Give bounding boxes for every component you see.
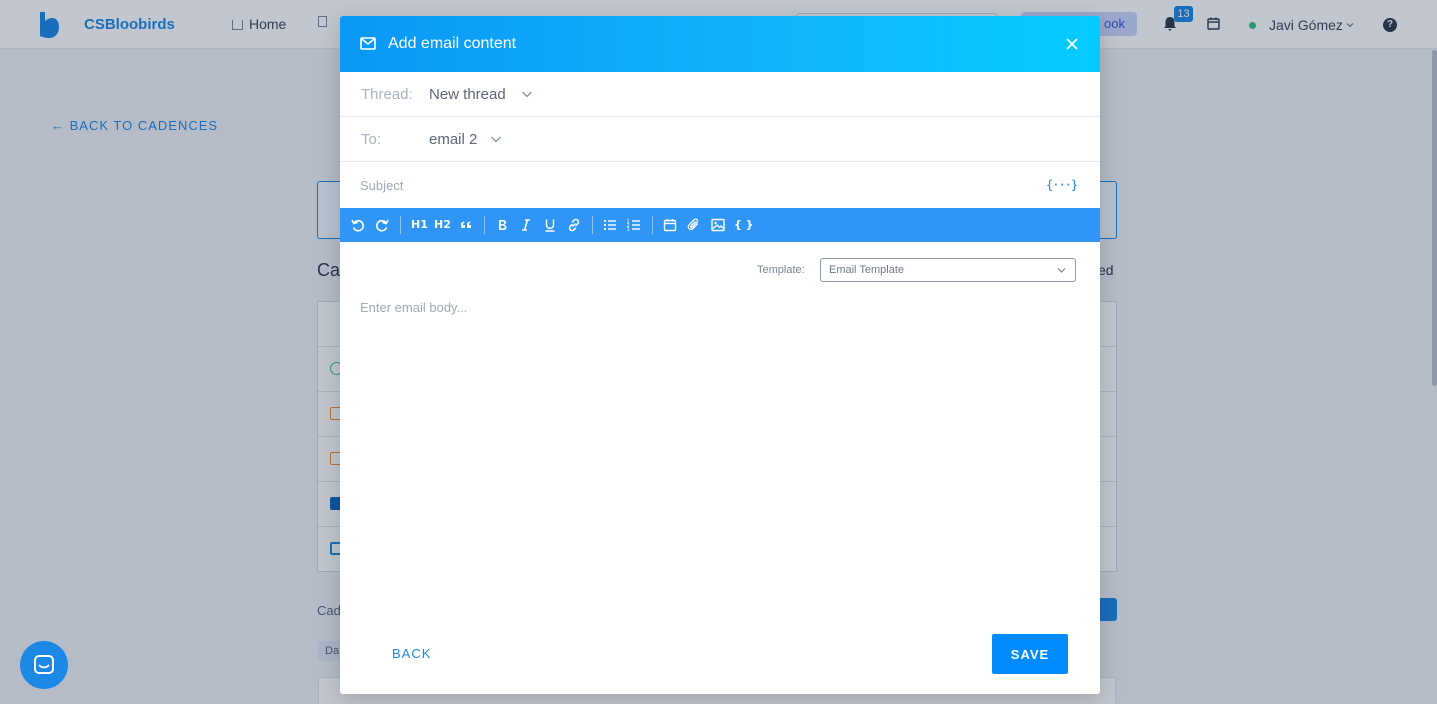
editor-toolbar: H1 H2 123 { } xyxy=(340,208,1100,242)
image-icon[interactable] xyxy=(710,217,726,233)
add-email-content-modal: Add email content Thread: New thread To:… xyxy=(340,16,1100,694)
mail-icon xyxy=(360,37,376,50)
italic-icon[interactable] xyxy=(518,217,534,233)
chat-icon xyxy=(34,655,54,674)
link-icon[interactable] xyxy=(566,217,582,233)
to-label: To: xyxy=(361,131,382,148)
calendar-icon[interactable] xyxy=(662,217,678,233)
back-button[interactable]: BACK xyxy=(392,646,431,661)
close-icon[interactable] xyxy=(1064,36,1080,52)
underline-icon[interactable] xyxy=(542,217,558,233)
numbered-list-icon[interactable]: 123 xyxy=(626,217,642,233)
thread-label: Thread: xyxy=(361,86,413,103)
template-select[interactable]: Email Template xyxy=(820,258,1076,282)
chat-launcher-button[interactable] xyxy=(20,641,68,689)
to-field[interactable]: To: email 2 xyxy=(340,117,1100,162)
modal-title: Add email content xyxy=(388,35,517,52)
heading2-icon[interactable]: H2 xyxy=(434,218,451,231)
insert-variable-button[interactable]: {···} xyxy=(1046,178,1078,192)
chevron-down-icon[interactable] xyxy=(521,89,533,99)
toolbar-divider xyxy=(592,216,593,234)
to-select-value[interactable]: email 2 xyxy=(429,131,477,148)
toolbar-divider xyxy=(484,216,485,234)
attachment-icon[interactable] xyxy=(686,217,702,233)
email-body-editor[interactable] xyxy=(360,300,1080,610)
svg-text:3: 3 xyxy=(627,227,630,233)
chevron-down-icon[interactable] xyxy=(490,134,502,144)
subject-input[interactable] xyxy=(360,174,1020,196)
toolbar-divider xyxy=(400,216,401,234)
heading1-icon[interactable]: H1 xyxy=(411,218,428,231)
quote-icon[interactable] xyxy=(458,217,474,233)
redo-icon[interactable] xyxy=(374,217,390,233)
thread-field[interactable]: Thread: New thread xyxy=(340,72,1100,117)
save-button[interactable]: SAVE xyxy=(992,634,1068,674)
modal-header: Add email content xyxy=(340,16,1100,72)
toolbar-divider xyxy=(652,216,653,234)
thread-select-value[interactable]: New thread xyxy=(429,86,506,103)
undo-icon[interactable] xyxy=(350,217,366,233)
template-label: Template: xyxy=(757,264,805,276)
template-select-value: Email Template xyxy=(829,264,904,276)
variables-icon[interactable]: { } xyxy=(734,218,754,231)
chevron-down-icon xyxy=(1057,268,1066,273)
subject-field: {···} xyxy=(340,162,1100,208)
bulleted-list-icon[interactable] xyxy=(602,217,618,233)
bold-icon[interactable] xyxy=(494,217,510,233)
